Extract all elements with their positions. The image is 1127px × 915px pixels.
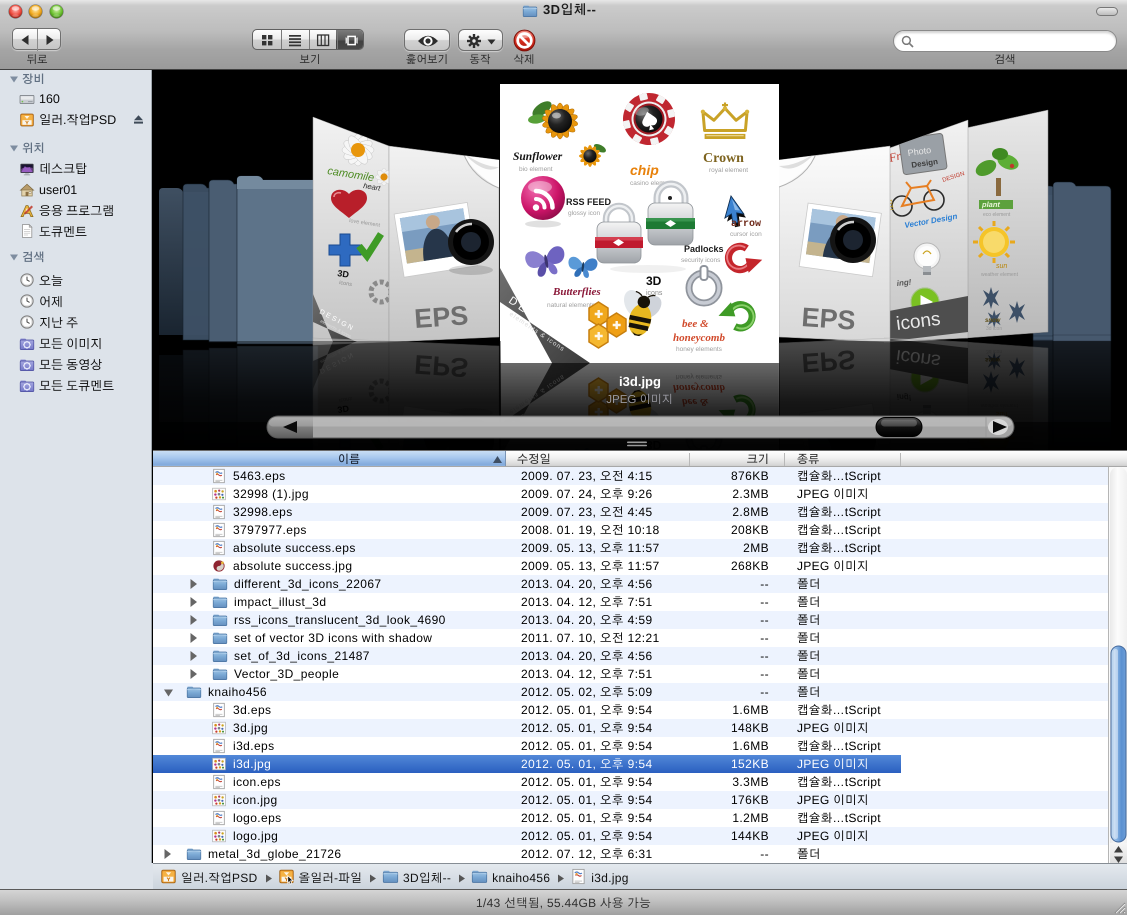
svg-text:royal element: royal element: [709, 167, 748, 174]
svg-text:security icons: security icons: [681, 257, 721, 264]
svg-text:RSS FEED: RSS FEED: [566, 197, 612, 207]
svg-text:honey elements: honey elements: [676, 346, 723, 353]
svg-text:eco element: eco element: [983, 212, 1011, 218]
svg-text:Sunflower: Sunflower: [513, 151, 563, 163]
svg-text:chip: chip: [630, 162, 659, 178]
svg-text:EPS: EPS: [413, 300, 469, 334]
svg-text:Butterflies: Butterflies: [552, 286, 601, 298]
svg-text:snow: snow: [985, 318, 1001, 324]
svg-text:weather element: weather element: [981, 272, 1019, 278]
svg-text:arrow: arrow: [731, 219, 761, 230]
svg-text:3d icon: 3d icon: [986, 326, 1002, 332]
svg-text:Padlocks: Padlocks: [684, 244, 724, 254]
svg-text:bio element: bio element: [519, 166, 553, 173]
svg-text:i3d.jpg: i3d.jpg: [619, 374, 661, 389]
svg-text:plant: plant: [981, 200, 1000, 209]
svg-text:cursor icon: cursor icon: [730, 231, 762, 238]
svg-text:3D: 3D: [337, 268, 350, 280]
svg-text:bee &: bee &: [682, 318, 709, 330]
svg-text:Crown: Crown: [703, 151, 744, 166]
svg-text:ing!: ing!: [896, 277, 912, 288]
svg-text:sun: sun: [996, 263, 1007, 270]
svg-text:3D: 3D: [646, 274, 662, 288]
svg-text:honeycomb: honeycomb: [673, 332, 725, 344]
svg-text:EPS: EPS: [801, 302, 857, 336]
svg-text:glossy icon: glossy icon: [568, 210, 601, 217]
